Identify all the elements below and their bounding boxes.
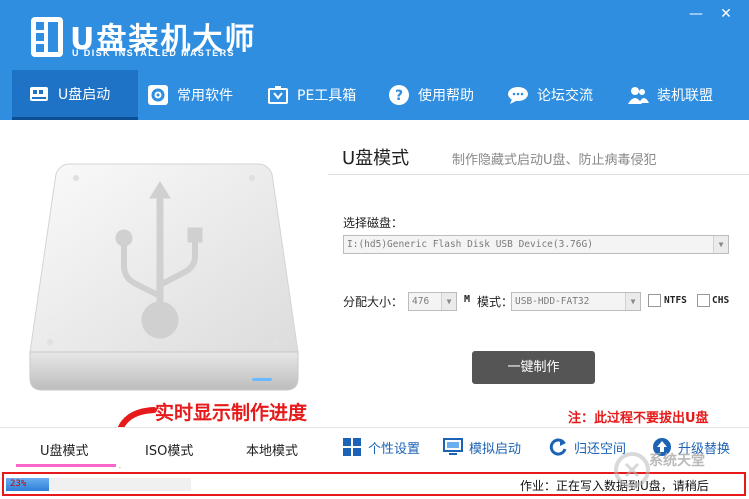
close-button[interactable]: ✕ (714, 4, 738, 24)
nav-label: PE工具箱 (297, 88, 357, 104)
chs-checkbox[interactable] (697, 294, 710, 307)
minimize-button[interactable]: — (684, 4, 708, 24)
one-click-make-button[interactable]: 一键制作 (472, 351, 595, 384)
tab-local-mode[interactable]: 本地模式 (246, 440, 298, 459)
title-bar: U盘装机大师 U DISK INSTALLED MASTERS — ✕ (0, 0, 749, 70)
usb-drive-icon (30, 86, 48, 101)
nav-alliance[interactable]: 装机联盟 (627, 70, 713, 120)
active-tab-indicator (16, 464, 116, 467)
toolbox-icon (268, 86, 288, 104)
progress-percent: 23% (10, 479, 27, 489)
nav-forum[interactable]: 论坛交流 (507, 70, 593, 120)
refresh-icon (549, 438, 567, 456)
tab-iso-mode[interactable]: ISO模式 (145, 440, 193, 459)
custom-settings-button[interactable]: 个性设置 (342, 437, 420, 457)
unit-label: M (464, 294, 471, 305)
nav-usb-boot[interactable]: U盘启动 (12, 70, 138, 120)
disk-label: 选择磁盘： (343, 216, 404, 230)
disk-select[interactable]: I:(hd5)Generic Flash Disk USB Device(3.7… (343, 235, 729, 254)
software-icon (148, 85, 168, 105)
boot-mode-select[interactable]: USB-HDD-FAT32 ▼ (511, 292, 641, 311)
alloc-size-value: 476 (412, 296, 430, 307)
realtime-progress-annotation: 实时显示制作进度 (155, 402, 308, 424)
mode-title: U盘模式 (342, 148, 410, 169)
alloc-size-select[interactable]: 476 ▼ (408, 292, 457, 311)
ntfs-label: NTFS (664, 295, 687, 306)
monitor-icon (443, 438, 463, 455)
chevron-down-icon[interactable]: ▼ (713, 236, 728, 253)
warning-note: 注：此过程不要拔出U盘 (568, 411, 709, 426)
nav-software[interactable]: 常用软件 (147, 70, 233, 120)
nav-label: 论坛交流 (537, 88, 593, 104)
usb-drive-illustration-icon (29, 163, 299, 391)
users-icon (628, 87, 649, 104)
divider (328, 174, 749, 175)
disk-select-value: I:(hd5)Generic Flash Disk USB Device(3.7… (347, 239, 593, 250)
boot-mode-value: USB-HDD-FAT32 (515, 296, 590, 307)
mode-description: 制作隐藏式启动U盘、防止病毒侵犯 (452, 153, 657, 168)
tab-usb-mode[interactable]: U盘模式 (40, 440, 89, 459)
nav-label: 常用软件 (177, 88, 233, 104)
app-logo-icon (31, 17, 63, 57)
chevron-down-icon[interactable]: ▼ (625, 293, 640, 310)
boot-mode-label: 模式： (477, 295, 514, 309)
tool-label: 模拟启动 (469, 441, 522, 457)
chevron-down-icon[interactable]: ▼ (441, 293, 456, 310)
nav-pe-toolbox[interactable]: PE工具箱 (267, 70, 356, 120)
help-icon: ? (389, 85, 409, 105)
chat-icon (508, 87, 528, 104)
nav-help[interactable]: ? 使用帮助 (388, 70, 474, 120)
main-nav: U盘启动 常用软件 PE工具箱 ? 使用帮助 论坛交流 装机联盟 (0, 70, 749, 120)
nav-label: 使用帮助 (418, 88, 474, 104)
watermark-text: 系统天堂 (649, 453, 705, 469)
app-subtitle: U DISK INSTALLED MASTERS (72, 48, 235, 58)
chs-label: CHS (712, 295, 730, 306)
nav-label: U盘启动 (58, 86, 111, 103)
progress-bar: 23% (6, 478, 191, 491)
drive-illustration-panel (0, 120, 326, 427)
alloc-size-label: 分配大小： (343, 295, 404, 309)
grid-settings-icon (343, 438, 361, 456)
ntfs-checkbox[interactable] (648, 294, 661, 307)
simulate-boot-button[interactable]: 模拟启动 (443, 437, 521, 457)
nav-label: 装机联盟 (657, 88, 713, 104)
svg-text:?: ? (395, 88, 403, 104)
tool-label: 个性设置 (368, 441, 421, 457)
